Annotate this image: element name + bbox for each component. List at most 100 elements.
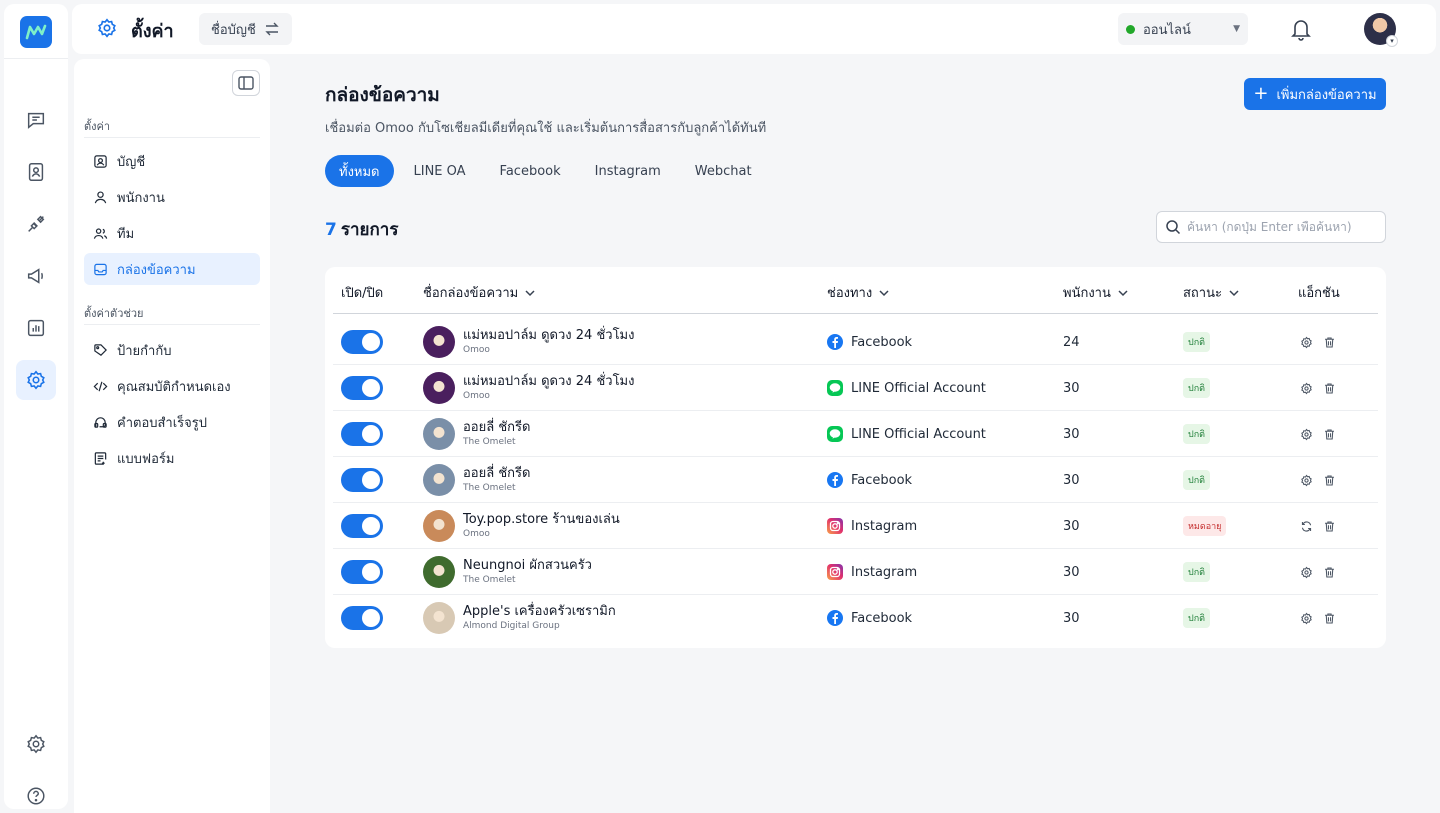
channel-name: Instagram [851,518,918,534]
app-logo[interactable] [20,16,52,48]
bell-icon[interactable] [1290,17,1312,45]
enable-toggle[interactable] [341,514,383,538]
chevron-down-icon [1118,289,1128,296]
tab-line-oa[interactable]: LINE OA [400,155,480,187]
channel-name: LINE Official Account [851,426,986,442]
gear-icon[interactable] [1300,336,1313,349]
search-input[interactable] [1187,220,1377,234]
col-status[interactable]: สถานะ [1183,282,1240,303]
inbox-org: The Omelet [463,575,516,585]
trash-icon[interactable] [1323,520,1336,533]
inbox-avatar [423,602,455,634]
status-badge: ปกติ [1183,608,1211,628]
enable-toggle[interactable] [341,606,383,630]
settings-icon [96,17,118,43]
code-icon [93,379,108,394]
sidebar-item-tag[interactable]: ป้ายกำกับ [84,334,260,366]
integration-icon[interactable] [16,204,56,244]
inbox-org: Omoo [463,391,490,401]
settings-icon[interactable] [16,724,56,764]
tab-facebook[interactable]: Facebook [486,155,575,187]
account-switcher[interactable]: ชื่อบัญชี [199,13,292,45]
sidebar-item-label: คำตอบสำเร็จรูป [117,415,208,431]
inbox-org: Omoo [463,345,490,355]
enable-toggle[interactable] [341,468,383,492]
tab-ทั้งหมด[interactable]: ทั้งหมด [325,155,394,187]
table-row: ออยลี่ ชักรีด The Omelet Facebook 30 ปกติ [333,457,1378,503]
chevron-down-icon [1229,289,1239,296]
team-icon [93,226,108,241]
agent-count: 30 [1063,610,1080,626]
contacts-icon[interactable] [16,152,56,192]
sidebar-item-label: บัญชี [117,154,146,170]
top-bar: ตั้งค่า ชื่อบัญชี ออนไลน์ ▼ ▾ [72,4,1436,54]
search-box[interactable] [1156,211,1386,243]
table-row: Neungnoi ผักสวนครัว The Omelet Instagram 30… [333,549,1378,595]
report-icon[interactable] [16,308,56,348]
trash-icon[interactable] [1323,566,1336,579]
enable-toggle[interactable] [341,560,383,584]
sidebar-item-form[interactable]: แบบฟอร์ม [84,442,260,474]
page-title: ตั้งค่า [131,21,174,42]
enable-toggle[interactable] [341,422,383,446]
user-avatar[interactable]: ▾ [1364,13,1398,47]
trash-icon[interactable] [1323,382,1336,395]
main-content: กล่องข้อความ เชื่อมต่อ Omoo กับโซเชียลมี… [325,78,1386,648]
inbox-name: ออยลี่ ชักรีด [463,420,531,435]
inbox-name: Neungnoi ผักสวนครัว [463,558,592,573]
col-channel[interactable]: ช่องทาง [827,282,890,303]
col-toggle: เปิด/ปิด [341,286,384,301]
status-badge: ปกติ [1183,378,1211,398]
gear-icon[interactable] [1300,566,1313,579]
inbox-avatar [423,464,455,496]
enable-toggle[interactable] [341,330,383,354]
enable-toggle[interactable] [341,376,383,400]
tab-instagram[interactable]: Instagram [581,155,675,187]
section-heading: ตั้งค่าตัวช่วย [84,307,144,320]
page-heading: กล่องข้อความ [325,84,440,106]
result-count: 7 รายการ [325,216,398,243]
status-label: ออนไลน์ [1143,22,1191,38]
settings-icon[interactable] [16,360,56,400]
sidebar-item-team[interactable]: ทีม [84,217,260,249]
gear-icon[interactable] [1300,474,1313,487]
sidebar-item-label: ทีม [117,226,135,242]
agent-count: 30 [1063,472,1080,488]
online-status-dropdown[interactable]: ออนไลน์ ▼ [1118,13,1248,45]
table-row: Toy.pop.store ร้านของเล่น Omoo Instagram 30… [333,503,1378,549]
inbox-org: The Omelet [463,483,516,493]
gear-icon[interactable] [1300,428,1313,441]
gear-icon[interactable] [1300,382,1313,395]
help-icon[interactable] [16,776,56,813]
inbox-org: The Omelet [463,437,516,447]
broadcast-icon[interactable] [16,256,56,296]
col-name[interactable]: ชื่อกล่องข้อความ [423,282,536,303]
tab-webchat[interactable]: Webchat [681,155,766,187]
table-row: แม่หมอปาล์ม ดูดวง 24 ชั่วโมง Omoo Facebook… [333,319,1378,365]
agent-count: 30 [1063,380,1080,396]
sidebar-item-code[interactable]: คุณสมบัติกำหนดเอง [84,370,260,402]
col-actions: แอ็กชัน [1298,286,1340,301]
page-subtitle: เชื่อมต่อ Omoo กับโซเชียลมีเดียที่คุณใช้… [325,121,767,136]
status-badge: ปกติ [1183,424,1211,444]
table-header: เปิด/ปิด ชื่อกล่องข้อความ ช่องทาง พนักงา… [333,267,1378,314]
add-inbox-button[interactable]: + เพิ่มกล่องข้อความ [1244,78,1386,110]
sidebar-item-quick-reply[interactable]: คำตอบสำเร็จรูป [84,406,260,438]
trash-icon[interactable] [1323,336,1336,349]
sidebar-collapse-button[interactable] [232,70,260,96]
sidebar-item-inbox[interactable]: กล่องข้อความ [84,253,260,285]
reconnect-icon[interactable] [1300,520,1313,533]
facebook-icon [827,472,843,488]
sidebar-item-account[interactable]: บัญชี [84,145,260,177]
col-agents[interactable]: พนักงาน [1063,282,1129,303]
inbox-avatar [423,418,455,450]
sidebar-item-user[interactable]: พนักงาน [84,181,260,213]
gear-icon[interactable] [1300,612,1313,625]
trash-icon[interactable] [1323,428,1336,441]
instagram-icon [827,564,843,580]
chat-icon[interactable] [16,100,56,140]
trash-icon[interactable] [1323,612,1336,625]
trash-icon[interactable] [1323,474,1336,487]
channel-name: LINE Official Account [851,380,986,396]
inbox-org: Almond Digital Group [463,621,560,631]
